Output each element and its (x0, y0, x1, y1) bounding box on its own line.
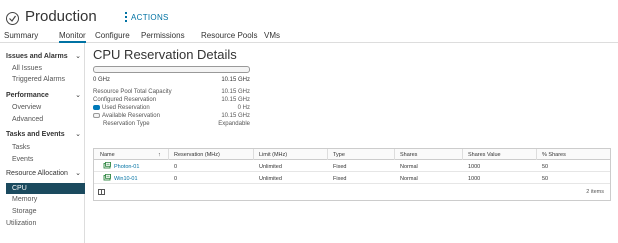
item-count: 2 items (586, 189, 604, 195)
reservation-progress-bar (93, 66, 250, 73)
cell-limit: Unlimited (259, 176, 282, 182)
cell-percent-shares: 50 (542, 164, 549, 170)
stat-label-available-reservation: Available Reservation (102, 113, 160, 119)
column-divider[interactable] (536, 149, 537, 160)
tab-configure[interactable]: Configure (95, 31, 130, 43)
sidebar-item-utilization[interactable]: Utilization (6, 220, 36, 227)
column-header-limit[interactable]: Limit (MHz) (259, 152, 287, 158)
available-legend-swatch (93, 113, 100, 118)
table-row[interactable]: Photon-01 0 Unlimited Fixed Normal 1000 … (94, 160, 610, 172)
sidebar-item-triggered-alarms[interactable]: Triggered Alarms (12, 76, 65, 83)
chevron-down-icon: ⌄ (75, 131, 81, 138)
divider-dots-icon (125, 12, 127, 22)
stat-value-used-reservation: 0 Hz (237, 105, 250, 111)
cell-shares: Normal (400, 176, 418, 182)
cell-percent-shares: 50 (542, 176, 549, 182)
chevron-down-icon: ⌄ (75, 53, 81, 60)
column-divider[interactable] (253, 149, 254, 160)
table-row[interactable]: Win10-01 0 Unlimited Fixed Normal 1000 5… (94, 172, 610, 184)
sidebar-item-storage[interactable]: Storage (12, 208, 37, 215)
vm-name-link[interactable]: Win10-01 (114, 176, 138, 182)
sidebar-item-tasks[interactable]: Tasks (12, 144, 30, 151)
vm-icon (103, 162, 111, 169)
vm-icon (103, 174, 111, 181)
sidebar-item-events[interactable]: Events (12, 156, 33, 163)
stat-value-reservation-type: Expandable (218, 121, 250, 127)
stat-label-used-reservation: Used Reservation (102, 105, 150, 111)
used-legend-swatch (93, 105, 100, 110)
actions-label: ACTIONS (131, 13, 169, 22)
stat-value-configured-reservation: 10.15 GHz (221, 97, 250, 103)
stat-label-configured-reservation: Configured Reservation (93, 97, 157, 103)
actions-menu[interactable]: ACTIONS (125, 12, 169, 22)
vm-name-link[interactable]: Photon-01 (114, 164, 139, 170)
cell-type: Fixed (333, 164, 347, 170)
column-header-shares-value[interactable]: Shares Value (468, 152, 501, 158)
stat-available-reservation: Available Reservation (93, 113, 160, 119)
tab-vms[interactable]: VMs (264, 31, 280, 43)
stat-value-available-reservation: 10.15 GHz (221, 113, 250, 119)
cell-shares-value: 1000 (468, 164, 481, 170)
column-header-shares[interactable]: Shares (400, 152, 417, 158)
sidebar-group-performance[interactable]: Performance ⌄ (6, 92, 82, 99)
datagrid-footer: 2 items (94, 185, 610, 200)
column-header-type[interactable]: Type (333, 152, 345, 158)
column-divider[interactable] (327, 149, 328, 160)
group-label: Issues and Alarms (6, 53, 68, 60)
sort-icon[interactable]: ↑ (158, 152, 161, 158)
group-label: Tasks and Events (6, 131, 65, 138)
chevron-down-icon: ⌄ (75, 92, 81, 99)
column-toggle-icon[interactable] (98, 189, 105, 195)
cell-type: Fixed (333, 176, 347, 182)
column-header-reservation[interactable]: Reservation (MHz) (174, 152, 220, 158)
resource-pool-icon (6, 12, 19, 25)
column-divider[interactable] (462, 149, 463, 160)
sidebar-group-resource-allocation[interactable]: Resource Allocation ⌄ (6, 170, 82, 177)
bar-min-label: 0 GHz (93, 77, 111, 83)
sidebar-item-overview[interactable]: Overview (12, 104, 41, 111)
group-label: Performance (6, 92, 49, 99)
tab-resource-pools[interactable]: Resource Pools (201, 31, 257, 43)
chevron-down-icon: ⌄ (75, 170, 81, 177)
vm-datagrid: Name ↑ Reservation (MHz) Limit (MHz) Typ… (93, 148, 611, 201)
stat-used-reservation: Used Reservation (93, 105, 150, 111)
sidebar-group-issues[interactable]: Issues and Alarms ⌄ (6, 53, 82, 60)
column-header-name[interactable]: Name (100, 152, 115, 158)
column-divider[interactable] (168, 149, 169, 160)
sidebar-item-cpu[interactable]: CPU (6, 183, 85, 194)
tab-summary[interactable]: Summary (4, 31, 38, 43)
cell-reservation: 0 (174, 176, 178, 182)
section-title: CPU Reservation Details (93, 47, 237, 62)
cell-shares-value: 1000 (468, 176, 481, 182)
tab-monitor[interactable]: Monitor (59, 31, 86, 43)
main-content: CPU Reservation Details 0 GHz 10.15 GHz … (85, 43, 618, 243)
page-title: Production (25, 8, 97, 25)
sidebar: Issues and Alarms ⌄ All Issues Triggered … (0, 43, 85, 243)
stat-value-total-capacity: 10.15 GHz (221, 89, 250, 95)
sidebar-group-tasks-events[interactable]: Tasks and Events ⌄ (6, 131, 82, 138)
cell-shares: Normal (400, 164, 418, 170)
tab-bar: Summary Monitor Configure Permissions Re… (0, 30, 618, 43)
sidebar-item-advanced[interactable]: Advanced (12, 116, 43, 123)
datagrid-header: Name ↑ Reservation (MHz) Limit (MHz) Typ… (94, 149, 610, 160)
column-header-percent-shares[interactable]: % Shares (542, 152, 566, 158)
sidebar-item-memory[interactable]: Memory (12, 196, 37, 203)
tab-permissions[interactable]: Permissions (141, 31, 185, 43)
group-label: Resource Allocation (6, 170, 68, 177)
cell-reservation: 0 (174, 164, 178, 170)
column-divider[interactable] (394, 149, 395, 160)
stat-label-total-capacity: Resource Pool Total Capacity (93, 89, 172, 95)
stat-label-reservation-type: Reservation Type (103, 121, 150, 127)
cell-limit: Unlimited (259, 164, 282, 170)
bar-max-label: 10.15 GHz (221, 77, 250, 83)
sidebar-item-all-issues[interactable]: All Issues (12, 65, 42, 72)
